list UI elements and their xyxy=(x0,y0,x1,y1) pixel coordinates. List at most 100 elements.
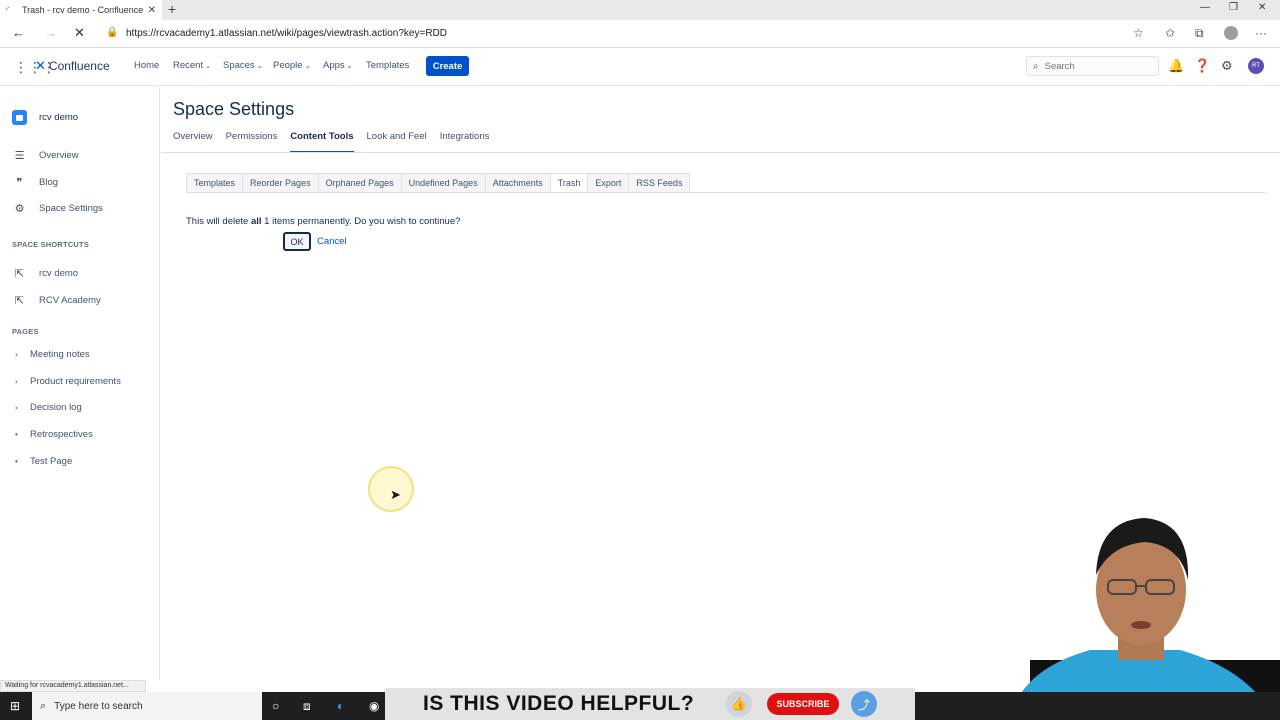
bullet-icon: • xyxy=(15,430,18,439)
space-sidebar: rcv demo ☰ Overview ❞ Blog ⚙ Space Setti… xyxy=(0,87,160,680)
page-product-requirements[interactable]: › Product requirements xyxy=(15,376,121,387)
space-name: rcv demo xyxy=(39,112,79,123)
space-icon xyxy=(12,110,27,125)
chevron-right-icon[interactable]: › xyxy=(15,350,25,359)
thumbs-up-icon[interactable]: 👍 xyxy=(726,691,752,717)
external-link-icon: ⇱ xyxy=(14,295,25,307)
chevron-right-icon[interactable]: › xyxy=(15,377,25,386)
content-tabs-divider xyxy=(186,192,1266,193)
tab-look-and-feel[interactable]: Look and Feel xyxy=(367,131,427,153)
hp-icon[interactable]: ◉ xyxy=(369,699,379,713)
subscribe-button[interactable]: SUBSCRIBE xyxy=(767,693,839,715)
ctab-orphaned-pages[interactable]: Orphaned Pages xyxy=(317,173,401,193)
ctab-rss-feeds[interactable]: RSS Feeds xyxy=(628,173,691,193)
shortcuts-heading: SPACE SHORTCUTS xyxy=(12,240,90,249)
search-icon: ⌕ xyxy=(40,699,47,712)
confluence-top-nav: ⋮⋮⋮ ✕ Confluence Home Recent ⌄ Spaces ⌄ Pe… xyxy=(0,48,1280,86)
browser-tab-bar: ◜ Trash - rcv demo - Confluence ✕ + — ❐ … xyxy=(0,0,1280,20)
mouse-cursor-icon: ➤ xyxy=(390,487,401,502)
tab-content-tools[interactable]: Content Tools xyxy=(290,131,354,153)
back-icon[interactable]: ← xyxy=(12,25,25,40)
tab-permissions[interactable]: Permissions xyxy=(226,131,278,153)
content-tools-tabs: Templates Reorder Pages Orphaned Pages U… xyxy=(186,173,691,193)
nav-home[interactable]: Home xyxy=(134,60,159,71)
search-icon: ⌕ xyxy=(1033,60,1039,72)
sidebar-item-overview[interactable]: ☰ Overview xyxy=(12,149,79,162)
overview-icon: ☰ xyxy=(14,150,25,162)
shortcut-rcv-demo[interactable]: ⇱ rcv demo xyxy=(12,267,78,280)
helpful-question: IS THIS VIDEO HELPFUL? xyxy=(423,692,695,715)
shortcut-rcv-academy[interactable]: ⇱ RCV Academy xyxy=(12,294,101,307)
edge-icon[interactable]: ◐ xyxy=(337,699,344,713)
url-field[interactable]: https://rcvacademy1.atlassian.net/wiki/p… xyxy=(126,28,447,39)
ok-button[interactable]: OK xyxy=(283,232,311,251)
stop-icon[interactable]: ✕ xyxy=(74,25,85,41)
new-tab-icon[interactable]: + xyxy=(168,1,176,17)
pages-heading: PAGES xyxy=(12,327,39,336)
page-test-page[interactable]: • Test Page xyxy=(15,456,72,467)
search-box[interactable]: ⌕ xyxy=(1026,56,1159,76)
nav-people[interactable]: People ⌄ xyxy=(273,60,310,71)
tab-title: Trash - rcv demo - Confluence xyxy=(22,5,144,15)
chevron-right-icon[interactable]: › xyxy=(15,403,25,412)
browser-tab[interactable]: ◜ Trash - rcv demo - Confluence ✕ xyxy=(0,0,162,20)
chevron-down-icon: ⌄ xyxy=(346,63,353,70)
loading-icon: ◜ xyxy=(6,5,10,15)
user-avatar[interactable]: RT xyxy=(1248,58,1264,74)
taskbar-search-input: Type here to search xyxy=(54,700,143,712)
confluence-logo-icon: ✕ xyxy=(35,58,46,73)
search-input[interactable] xyxy=(1044,60,1145,72)
space-header[interactable]: rcv demo xyxy=(12,110,78,125)
create-button[interactable]: Create xyxy=(426,56,469,76)
ctab-templates[interactable]: Templates xyxy=(186,173,243,193)
ctab-export[interactable]: Export xyxy=(587,173,629,193)
external-link-icon: ⇱ xyxy=(14,268,25,280)
task-view-icon[interactable]: ⧈ xyxy=(303,699,311,714)
confluence-logo[interactable]: ✕ Confluence xyxy=(35,58,110,74)
presenter-webcam xyxy=(1010,518,1280,720)
confirm-message: This will delete all 1 items permanently… xyxy=(186,216,461,227)
favorite-star-icon[interactable]: ☆ xyxy=(1133,26,1144,40)
sidebar-item-blog[interactable]: ❞ Blog xyxy=(12,176,58,189)
nav-templates[interactable]: Templates xyxy=(366,60,409,71)
collections-icon[interactable]: ⧉ xyxy=(1195,26,1204,41)
page-decision-log[interactable]: › Decision log xyxy=(15,402,82,413)
tab-integrations[interactable]: Integrations xyxy=(440,131,490,153)
help-icon[interactable]: ❓ xyxy=(1194,58,1210,74)
tab-overview[interactable]: Overview xyxy=(173,131,213,153)
tabs-divider xyxy=(161,152,1280,153)
sidebar-item-space-settings[interactable]: ⚙ Space Settings xyxy=(12,202,103,215)
quote-icon: ❞ xyxy=(16,177,23,189)
cancel-link[interactable]: Cancel xyxy=(317,236,347,247)
browser-menu-icon[interactable]: ··· xyxy=(1255,26,1267,40)
taskbar-search[interactable]: ⌕ Type here to search xyxy=(32,692,262,720)
minimize-icon[interactable]: — xyxy=(1200,2,1210,13)
settings-gear-icon[interactable]: ⚙ xyxy=(1221,58,1233,74)
forward-icon[interactable]: → xyxy=(44,25,57,40)
share-icon[interactable]: ⤴ xyxy=(851,691,877,717)
restore-icon[interactable]: ❐ xyxy=(1229,2,1238,13)
nav-spaces[interactable]: Spaces ⌄ xyxy=(223,60,263,71)
chevron-down-icon: ⌄ xyxy=(205,63,211,70)
video-helpful-banner: IS THIS VIDEO HELPFUL? 👍 SUBSCRIBE ⤴ xyxy=(385,688,915,720)
windows-start-icon[interactable]: ⊞ xyxy=(10,699,20,713)
page-retrospectives[interactable]: • Retrospectives xyxy=(15,429,93,440)
ctab-attachments[interactable]: Attachments xyxy=(484,173,550,193)
nav-apps[interactable]: Apps ⌄ xyxy=(323,60,353,71)
favorites-icon[interactable]: ✩ xyxy=(1165,26,1175,40)
close-tab-icon[interactable]: ✕ xyxy=(148,5,156,16)
gear-icon: ⚙ xyxy=(14,203,25,215)
page-title: Space Settings xyxy=(173,99,295,119)
page-meeting-notes[interactable]: › Meeting notes xyxy=(15,349,90,360)
ctab-reorder-pages[interactable]: Reorder Pages xyxy=(242,173,318,193)
browser-profile-icon[interactable] xyxy=(1224,26,1238,40)
close-window-icon[interactable]: ✕ xyxy=(1258,2,1266,13)
notifications-icon[interactable]: 🔔 xyxy=(1168,58,1184,74)
ctab-trash[interactable]: Trash xyxy=(549,173,588,193)
cortana-icon[interactable]: ○ xyxy=(272,699,279,713)
lock-icon: 🔒 xyxy=(106,27,119,38)
settings-tabs: Overview Permissions Content Tools Look … xyxy=(173,131,502,153)
nav-recent[interactable]: Recent ⌄ xyxy=(173,60,211,71)
chevron-down-icon: ⌄ xyxy=(256,63,263,70)
ctab-undefined-pages[interactable]: Undefined Pages xyxy=(400,173,485,193)
